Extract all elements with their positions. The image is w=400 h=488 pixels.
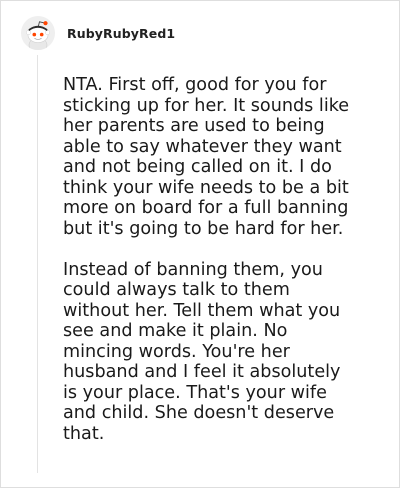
comment-thread-line[interactable]: [37, 55, 38, 473]
comment-username[interactable]: RubyRubyRed1: [67, 26, 175, 41]
comment-header: RubyRubyRed1: [21, 15, 175, 51]
comment-paragraph: NTA. First off, good for you for stickin…: [63, 75, 350, 239]
comment-card: RubyRubyRed1 NTA. First off, good for yo…: [0, 0, 400, 488]
comment-body: NTA. First off, good for you for stickin…: [63, 75, 393, 465]
snoo-avatar-icon[interactable]: [21, 16, 55, 50]
comment-paragraph: Instead of banning them, you could alway…: [63, 259, 341, 444]
